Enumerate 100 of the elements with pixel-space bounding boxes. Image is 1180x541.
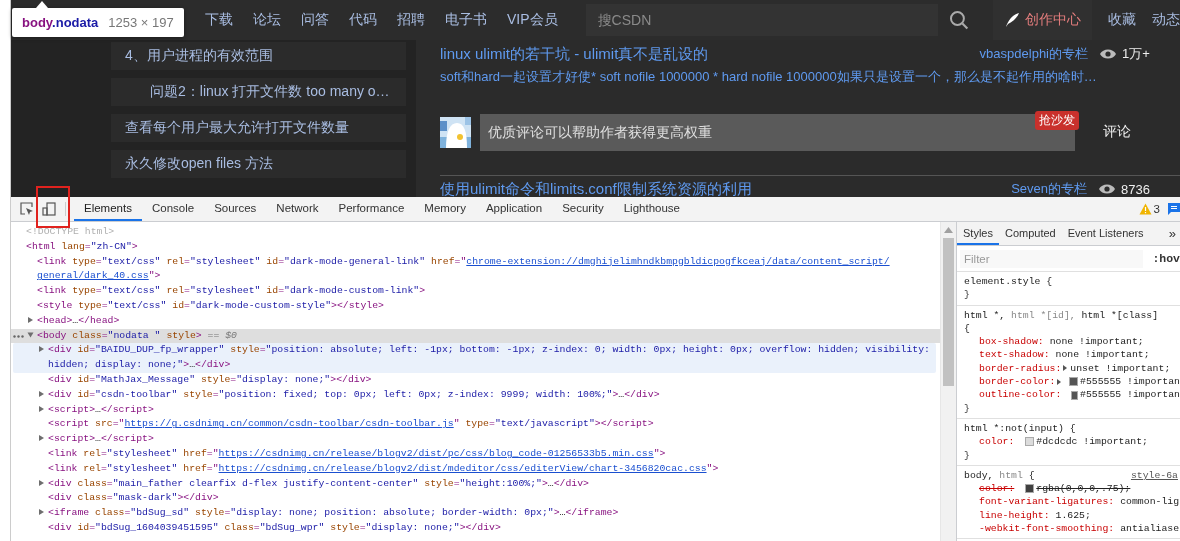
devtools-tab[interactable]: Sources — [204, 197, 267, 221]
article-source[interactable]: Seven的专栏 — [1011, 180, 1088, 197]
code-text: <html lang="zh-CN"> — [26, 240, 138, 252]
filter-field[interactable]: Filter — [960, 249, 1144, 268]
code-text: <div class="mask-dark"></div> — [48, 492, 219, 504]
nav-link[interactable]: 论坛 — [253, 11, 281, 29]
code-link[interactable]: https://csdnimg.cn/release/blogv2/dist/mdeditor/css/editerView/chart-3456820cac.css — [218, 462, 707, 474]
source-link[interactable]: style-6a — [1130, 468, 1180, 483]
expand-arrow-icon[interactable] — [39, 346, 44, 353]
nav-link[interactable]: 招聘 — [397, 11, 425, 29]
code-text: hidden; display: none;">…</div> — [48, 359, 231, 371]
article-snippet: soft和hard一起设置才好使* soft nofile 1000000 * hard nofile 1000000如果只是设置一个，那么是不起作用的啥时… — [440, 68, 1098, 86]
code-link[interactable]: chrome-extension://dmghijelimhndkbmpgbldicpogfkceaj/data/content_script/ — [466, 255, 890, 267]
css-value: #555555 !importan — [1080, 388, 1180, 402]
nav-link[interactable]: 动态 — [1152, 11, 1180, 29]
code-text: <head>…</head> — [37, 314, 120, 326]
devtools-tab[interactable]: Network — [266, 197, 329, 221]
css-property: border-color: — [979, 375, 1056, 389]
device-toolbar-icon[interactable] — [41, 201, 57, 217]
styles-tab[interactable]: Computed — [998, 222, 1062, 245]
devtools-tab[interactable]: Console — [141, 197, 205, 221]
css-value: 1.625; — [1055, 508, 1091, 523]
css-value: common-lig — [1120, 495, 1180, 509]
devtools-tab[interactable]: Performance — [328, 197, 415, 221]
hover-state-toggle[interactable]: :hov — [1152, 252, 1180, 265]
devtools-tab[interactable]: Memory — [414, 197, 476, 221]
color-swatch[interactable] — [1070, 390, 1079, 400]
expand-arrow-icon[interactable] — [39, 435, 44, 442]
devtools-tab[interactable]: Application — [475, 197, 553, 221]
color-swatch[interactable] — [1025, 437, 1035, 447]
code-text: <style type="text/css" id="dark-mode-custom-style"></style> — [37, 300, 384, 311]
article-source[interactable]: vbaspdelphi的专栏 — [979, 45, 1088, 63]
element-size: 1253 × 197 — [108, 15, 174, 30]
view-count: 1万+ — [1122, 45, 1150, 63]
code-text: <div id="BAIDU_DUP_fp_wrapper" style="position: absolute; left: -1px; bottom: -1px; z-index: 0; width: 0px; height: 0px; overflow: hidden; visibility: — [48, 344, 930, 356]
code-text: "> — [653, 447, 666, 459]
nav-link[interactable]: 下载 — [205, 11, 233, 29]
code-link[interactable]: https://csdnimg.cn/release/blogv2/dist/pc/css/blog_code-01256533b5.min.css — [218, 447, 654, 459]
code-text: "> — [706, 462, 719, 474]
expand-arrow-icon[interactable] — [39, 479, 44, 486]
expand-arrow-icon[interactable] — [39, 405, 44, 412]
css-property: color: — [979, 482, 1015, 496]
css-property: -webkit-font-smoothing: — [979, 522, 1115, 536]
more-icon[interactable] — [13, 334, 24, 338]
message-icon[interactable] — [1168, 203, 1180, 215]
expand-arrow-icon[interactable] — [27, 332, 34, 338]
css-property: box-shadow: — [979, 335, 1044, 349]
code-text: <script>…</script> — [48, 433, 154, 445]
css-property: font-variant-ligatures: — [979, 495, 1115, 509]
scrollbar-thumb[interactable] — [943, 238, 954, 386]
toc-item[interactable]: 4、用户进程的有效范围 — [111, 42, 406, 70]
create-center-button[interactable]: 创作中心 — [992, 0, 1092, 40]
styles-tab[interactable]: Styles — [957, 222, 999, 245]
more-tabs-button[interactable]: » — [1164, 222, 1180, 245]
code-text: " type="text/javascript"></script> — [453, 418, 654, 430]
css-property: text-shadow: — [979, 348, 1050, 362]
search-icon[interactable] — [948, 10, 969, 30]
code-text: <!DOCTYPE html> — [26, 226, 115, 237]
comment-button[interactable]: 评论 — [1103, 123, 1131, 141]
code-text: <div class="main_father clearfix d-flex justify-content-center" style="height:100%;">…</div> — [48, 477, 589, 489]
dom-node-row[interactable]: <div id="BAIDU_DUP_fp_wrapper" style="position: absolute; left: -1px; bottom: -1px; z-index: 0; width: 0px; height: 0px; overflow: hidden; visibility: hidden; display: none;">…</div> — [13, 343, 936, 373]
css-selector: html *:not(input) { — [964, 421, 1076, 436]
element-selector: body.nodata — [22, 15, 99, 30]
eye-icon — [1100, 48, 1116, 60]
toc-item[interactable]: 问题2：linux 打开文件数 too many o… — [111, 78, 406, 106]
expand-arrow-icon[interactable] — [39, 390, 44, 397]
expand-arrow-icon[interactable] — [39, 509, 44, 516]
code-link[interactable]: https://g.csdnimg.cn/common/csdn-toolbar/csdn-toolbar.js — [124, 418, 454, 430]
warning-count: 3 — [1153, 203, 1160, 215]
article-title[interactable]: linux ulimit的若干坑 - ulimit真不是乱设的 — [440, 44, 709, 64]
css-property: border-radius: — [979, 361, 1062, 376]
nav-link[interactable]: 电子书 — [445, 11, 487, 29]
code-text: <script>…</script> — [48, 403, 154, 415]
color-swatch[interactable] — [1069, 377, 1079, 387]
code-text: <div id="bdSug_1604039451595" class="bdSug_wpr" style="display: none;"></div> — [48, 521, 501, 533]
toc-item[interactable]: 永久修改open files 方法 — [111, 150, 406, 178]
inspect-icon[interactable] — [19, 201, 35, 217]
nav-link[interactable]: 代码 — [349, 11, 377, 29]
nav-link[interactable]: 问答 — [301, 11, 329, 29]
search-field[interactable]: 搜CSDN — [585, 4, 938, 36]
css-selector: body, html { — [964, 468, 1035, 483]
highlight-frame — [36, 186, 70, 228]
css-value: #555555 !importan — [1080, 375, 1180, 389]
code-link[interactable]: general/dark_40.css — [37, 270, 149, 282]
styles-tab[interactable]: Event Listeners — [1061, 222, 1150, 245]
code-text: <link type="text/css" rel="stylesheet" id="dark-mode-general-link" href=" — [37, 255, 467, 267]
color-swatch[interactable] — [1025, 484, 1035, 494]
nav-link[interactable]: VIP会员 — [507, 11, 558, 29]
css-property: color: — [979, 435, 1015, 449]
devtools-tab[interactable]: Lighthouse — [613, 197, 690, 221]
devtools-tab[interactable]: Elements — [74, 197, 142, 221]
toc-item[interactable]: 查看每个用户最大允许打开文件数量 — [111, 114, 406, 142]
devtools-tab[interactable]: Security — [552, 197, 614, 221]
nav-link[interactable]: 收藏 — [1108, 11, 1136, 29]
dom-node-row[interactable]: <body class="nodata " style> == $0 — [11, 328, 940, 344]
expand-arrow-icon[interactable] — [28, 316, 33, 323]
code-text: <iframe class="bdSug_sd" style="display: none; position: absolute; border-width: 0px;">…</iframe> — [48, 507, 619, 519]
css-value: unset !important; — [1070, 361, 1171, 376]
article-title[interactable]: 使用ulimit命令和limits.conf限制系统资源的利用 — [440, 179, 752, 197]
code-text: <script src=" — [48, 418, 125, 430]
